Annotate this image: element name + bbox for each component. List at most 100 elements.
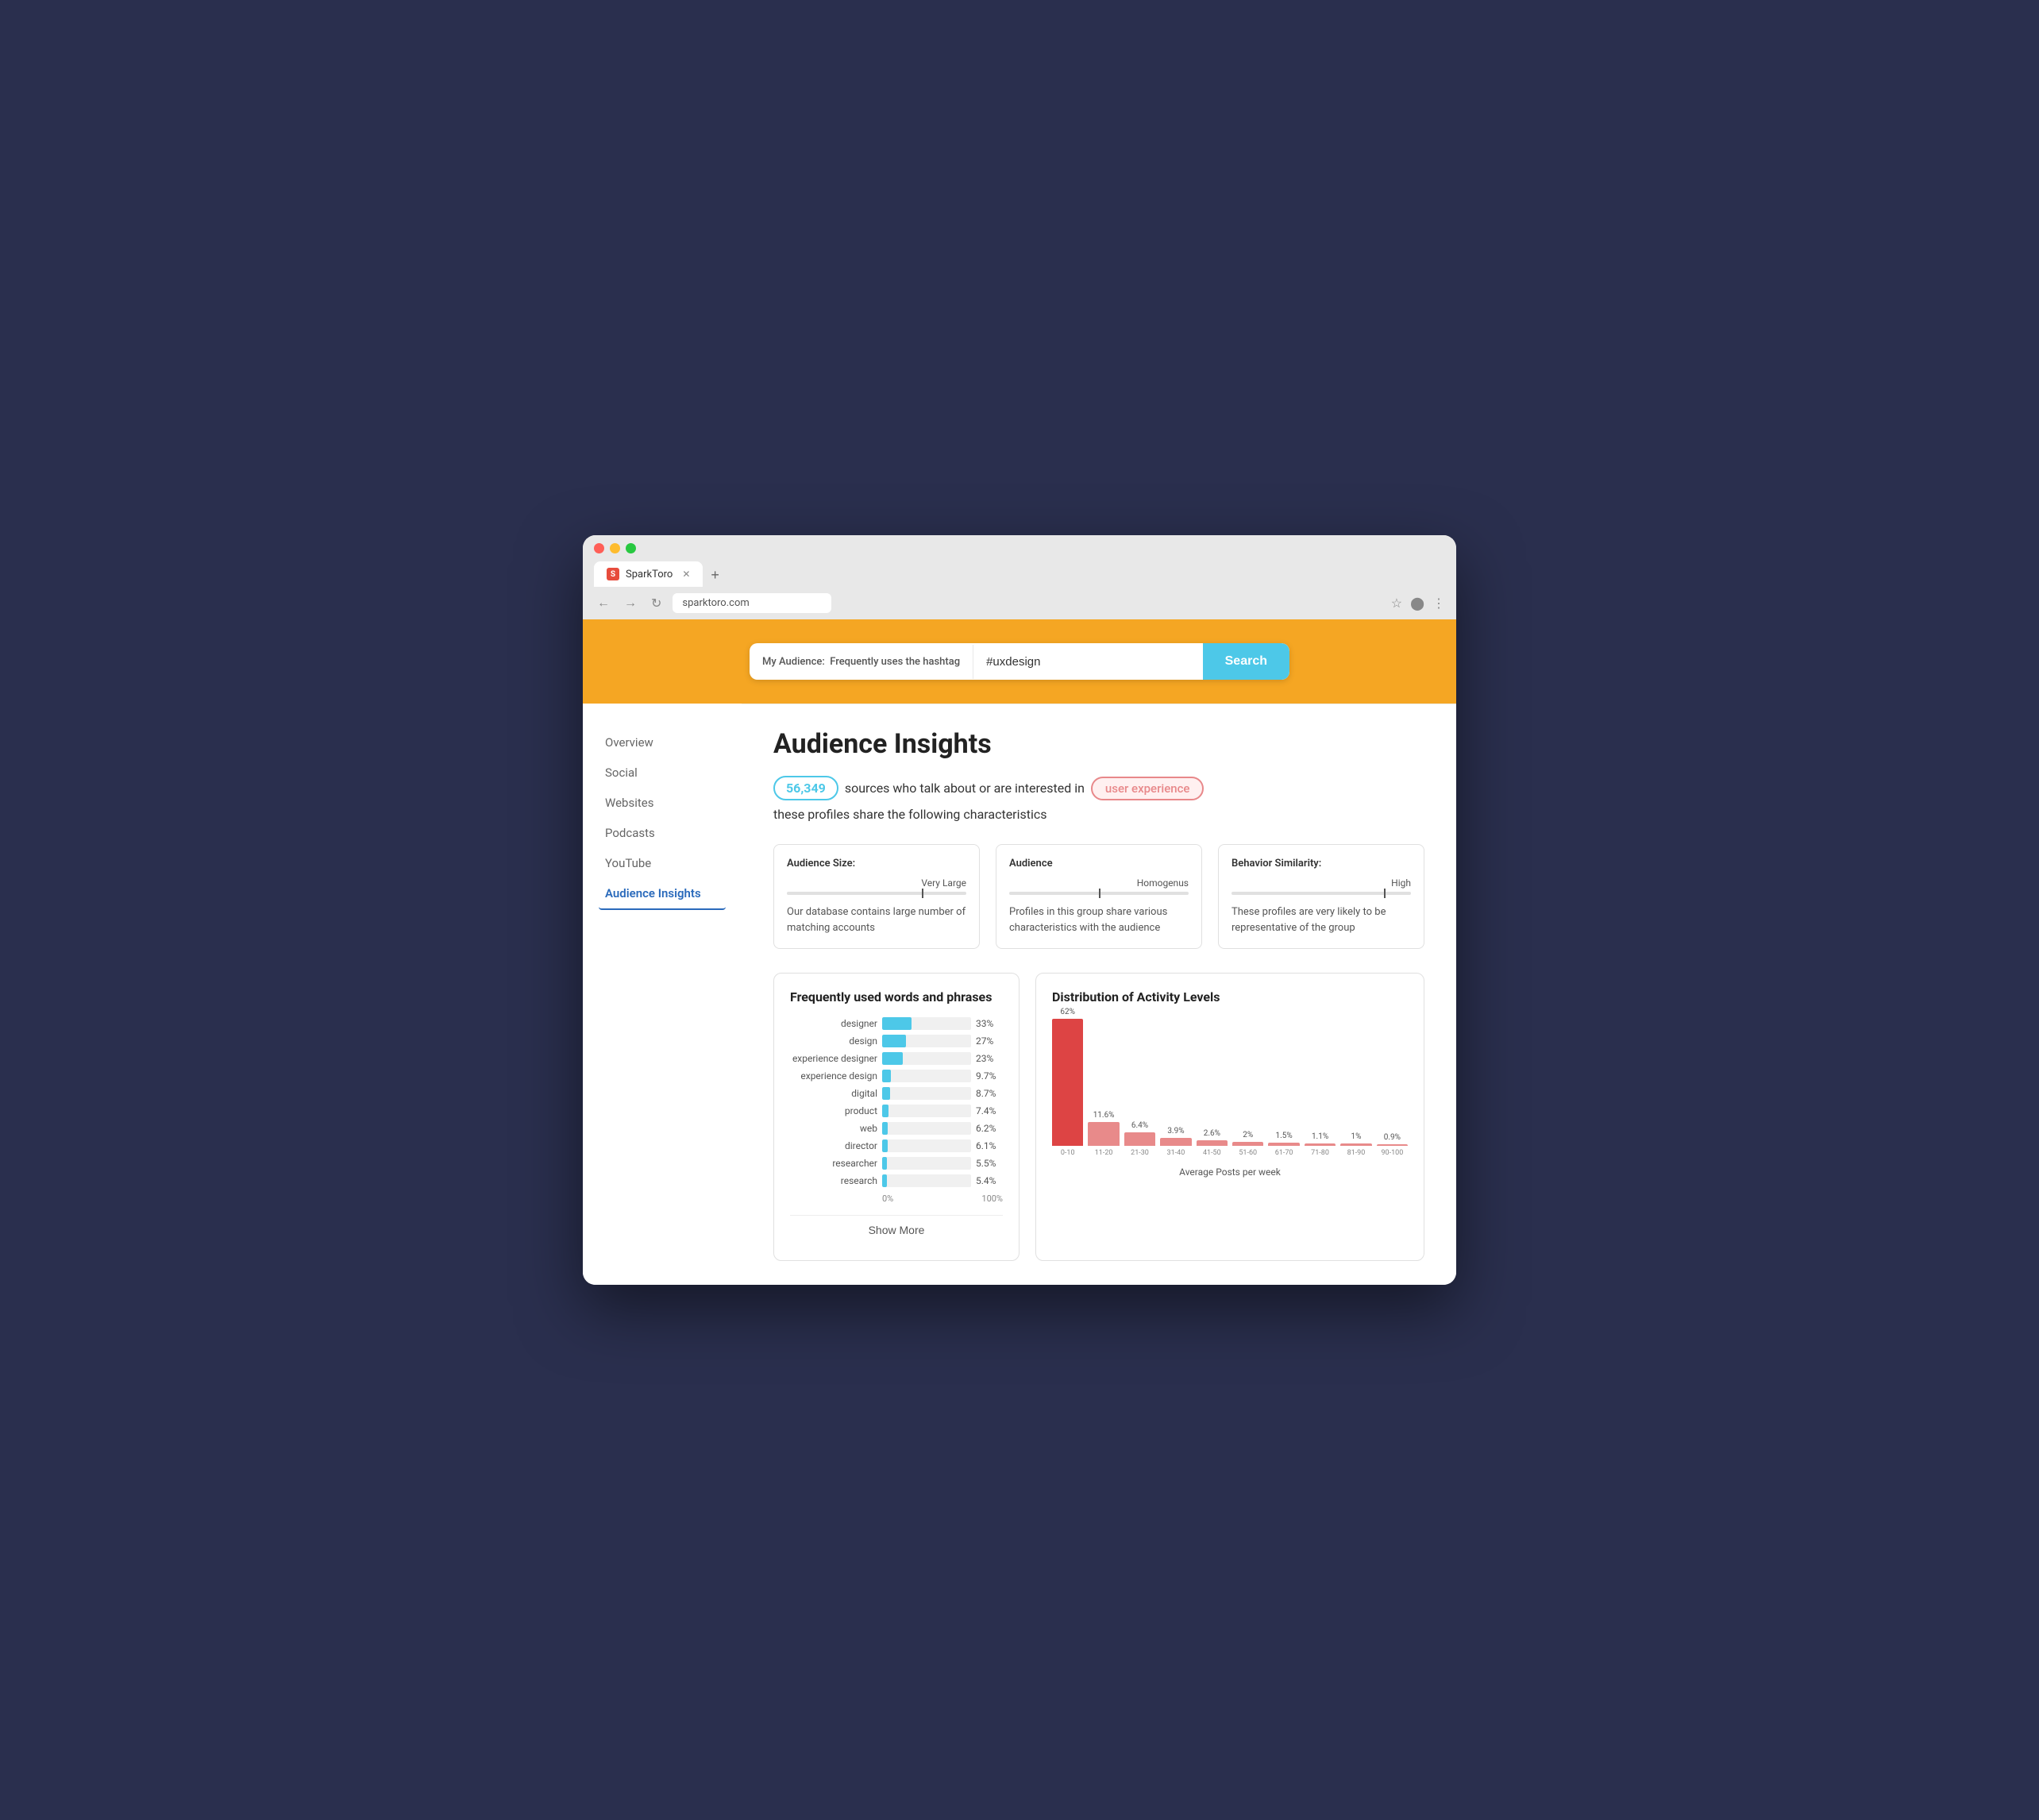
sidebar: Overview Social Websites Podcasts YouTub… xyxy=(583,704,742,1285)
back-button[interactable]: ← xyxy=(594,595,613,612)
word-bar-fill xyxy=(882,1105,888,1117)
act-bar-pct: 3.9% xyxy=(1167,1127,1184,1136)
metric-indicator-audience xyxy=(1099,889,1100,898)
word-bar-bg xyxy=(882,1139,971,1152)
word-pct: 5.4% xyxy=(976,1175,1003,1186)
act-bar-col: 1% 81-90 xyxy=(1340,1132,1371,1157)
close-icon[interactable] xyxy=(594,543,604,553)
tab-close-icon[interactable]: ✕ xyxy=(682,569,690,580)
sidebar-item-social[interactable]: Social xyxy=(599,758,726,788)
new-tab-button[interactable]: + xyxy=(703,564,727,587)
act-bar xyxy=(1197,1140,1228,1146)
summary-text-1: sources who talk about or are interested… xyxy=(845,781,1085,796)
act-range-label: 11-20 xyxy=(1095,1149,1113,1157)
metric-desc-audience: Profiles in this group share various cha… xyxy=(1009,904,1189,935)
browser-chrome: S SparkToro ✕ + xyxy=(583,535,1456,587)
word-pct: 5.5% xyxy=(976,1158,1003,1169)
word-label: experience designer xyxy=(790,1053,877,1064)
act-bar-pct: 62% xyxy=(1060,1008,1075,1016)
show-more-button[interactable]: Show More xyxy=(790,1215,1003,1244)
word-bar-row: web 6.2% xyxy=(790,1122,1003,1135)
act-range-label: 90-100 xyxy=(1381,1149,1403,1157)
words-chart-bars: designer 33% design 27% experience desig… xyxy=(790,1017,1003,1187)
word-bar-fill xyxy=(882,1087,890,1100)
browser-window: S SparkToro ✕ + ← → ↻ sparktoro.com ☆ ⬤ … xyxy=(583,535,1456,1285)
search-bar: My Audience: Frequently uses the hashtag… xyxy=(750,643,1289,680)
word-pct: 9.7% xyxy=(976,1070,1003,1082)
act-bar-pct: 2.6% xyxy=(1204,1129,1220,1138)
minimize-icon[interactable] xyxy=(610,543,620,553)
metric-indicator-size xyxy=(922,889,923,898)
sidebar-item-overview[interactable]: Overview xyxy=(599,727,726,758)
act-bar-col: 11.6% 11-20 xyxy=(1088,1111,1119,1157)
word-bar-row: designer 33% xyxy=(790,1017,1003,1030)
word-pct: 6.2% xyxy=(976,1123,1003,1134)
act-range-label: 21-30 xyxy=(1131,1149,1149,1157)
browser-tab[interactable]: S SparkToro ✕ xyxy=(594,561,703,587)
activity-chart-title: Distribution of Activity Levels xyxy=(1052,989,1408,1004)
insights-summary: 56,349 sources who talk about or are int… xyxy=(773,776,1424,800)
word-label: director xyxy=(790,1140,877,1151)
app-content: My Audience: Frequently uses the hashtag… xyxy=(583,619,1456,1285)
bookmark-icon[interactable]: ☆ xyxy=(1391,596,1402,611)
act-bar-pct: 6.4% xyxy=(1131,1121,1148,1130)
menu-icon[interactable]: ⋮ xyxy=(1432,596,1445,611)
word-pct: 23% xyxy=(976,1053,1003,1064)
act-bar-pct: 2% xyxy=(1243,1131,1253,1139)
act-range-label: 41-50 xyxy=(1203,1149,1221,1157)
metric-label-audience: Audience xyxy=(1009,858,1189,870)
sidebar-item-youtube[interactable]: YouTube xyxy=(599,848,726,878)
metric-indicator-behavior xyxy=(1384,889,1386,898)
metric-track-behavior xyxy=(1231,892,1411,895)
search-button[interactable]: Search xyxy=(1203,643,1289,680)
words-axis-start: 0% xyxy=(882,1193,893,1204)
word-bar-bg xyxy=(882,1087,971,1100)
word-bar-bg xyxy=(882,1105,971,1117)
metrics-row: Audience Size: Very Large Our database c… xyxy=(773,844,1424,949)
word-pct: 27% xyxy=(976,1035,1003,1047)
topic-badge: user experience xyxy=(1091,777,1205,800)
act-bar-pct: 11.6% xyxy=(1093,1111,1115,1120)
metric-scale-behavior: High xyxy=(1231,877,1411,889)
activity-chart-bars: 62% 0-10 11.6% 11-20 6.4% 21-30 3.9% 31-… xyxy=(1052,1017,1408,1160)
act-bar xyxy=(1340,1143,1371,1146)
act-bar xyxy=(1268,1143,1299,1146)
search-input[interactable] xyxy=(973,644,1203,680)
maximize-icon[interactable] xyxy=(626,543,636,553)
profile-icon[interactable]: ⬤ xyxy=(1410,596,1424,611)
act-bar xyxy=(1377,1144,1408,1146)
act-bar xyxy=(1052,1019,1083,1146)
word-pct: 6.1% xyxy=(976,1140,1003,1151)
reload-button[interactable]: ↻ xyxy=(648,594,665,613)
forward-button[interactable]: → xyxy=(621,595,640,612)
metric-card-behavior: Behavior Similarity: High These profiles… xyxy=(1218,844,1424,949)
word-bar-bg xyxy=(882,1070,971,1082)
word-bar-bg xyxy=(882,1035,971,1047)
word-label: researcher xyxy=(790,1158,877,1169)
act-range-label: 0-10 xyxy=(1061,1149,1075,1157)
word-pct: 7.4% xyxy=(976,1105,1003,1116)
metric-desc-behavior: These profiles are very likely to be rep… xyxy=(1231,904,1411,935)
word-bar-row: experience design 9.7% xyxy=(790,1070,1003,1082)
sidebar-item-audience-insights[interactable]: Audience Insights xyxy=(599,878,726,910)
words-axis: 0% 100% xyxy=(790,1193,1003,1204)
act-range-label: 61-70 xyxy=(1275,1149,1293,1157)
act-bar-col: 6.4% 21-30 xyxy=(1124,1121,1155,1157)
word-bar-row: research 5.4% xyxy=(790,1174,1003,1187)
browser-toolbar-row: ← → ↻ sparktoro.com ☆ ⬤ ⋮ xyxy=(583,587,1456,619)
page-title: Audience Insights xyxy=(773,728,1424,760)
sidebar-item-podcasts[interactable]: Podcasts xyxy=(599,818,726,848)
act-bar-pct: 0.9% xyxy=(1384,1133,1401,1142)
sidebar-item-websites[interactable]: Websites xyxy=(599,788,726,818)
act-range-label: 81-90 xyxy=(1347,1149,1366,1157)
address-bar[interactable]: sparktoro.com xyxy=(673,593,831,613)
tab-bar: S SparkToro ✕ + xyxy=(594,561,1445,587)
search-label-type: Frequently uses the hashtag xyxy=(830,656,960,668)
act-bar xyxy=(1160,1138,1191,1146)
words-chart-title: Frequently used words and phrases xyxy=(790,989,1003,1004)
main-layout: Overview Social Websites Podcasts YouTub… xyxy=(583,704,1456,1285)
word-bar-row: researcher 5.5% xyxy=(790,1157,1003,1170)
act-range-label: 31-40 xyxy=(1167,1149,1185,1157)
word-bar-fill xyxy=(882,1017,912,1030)
metric-track-size xyxy=(787,892,966,895)
